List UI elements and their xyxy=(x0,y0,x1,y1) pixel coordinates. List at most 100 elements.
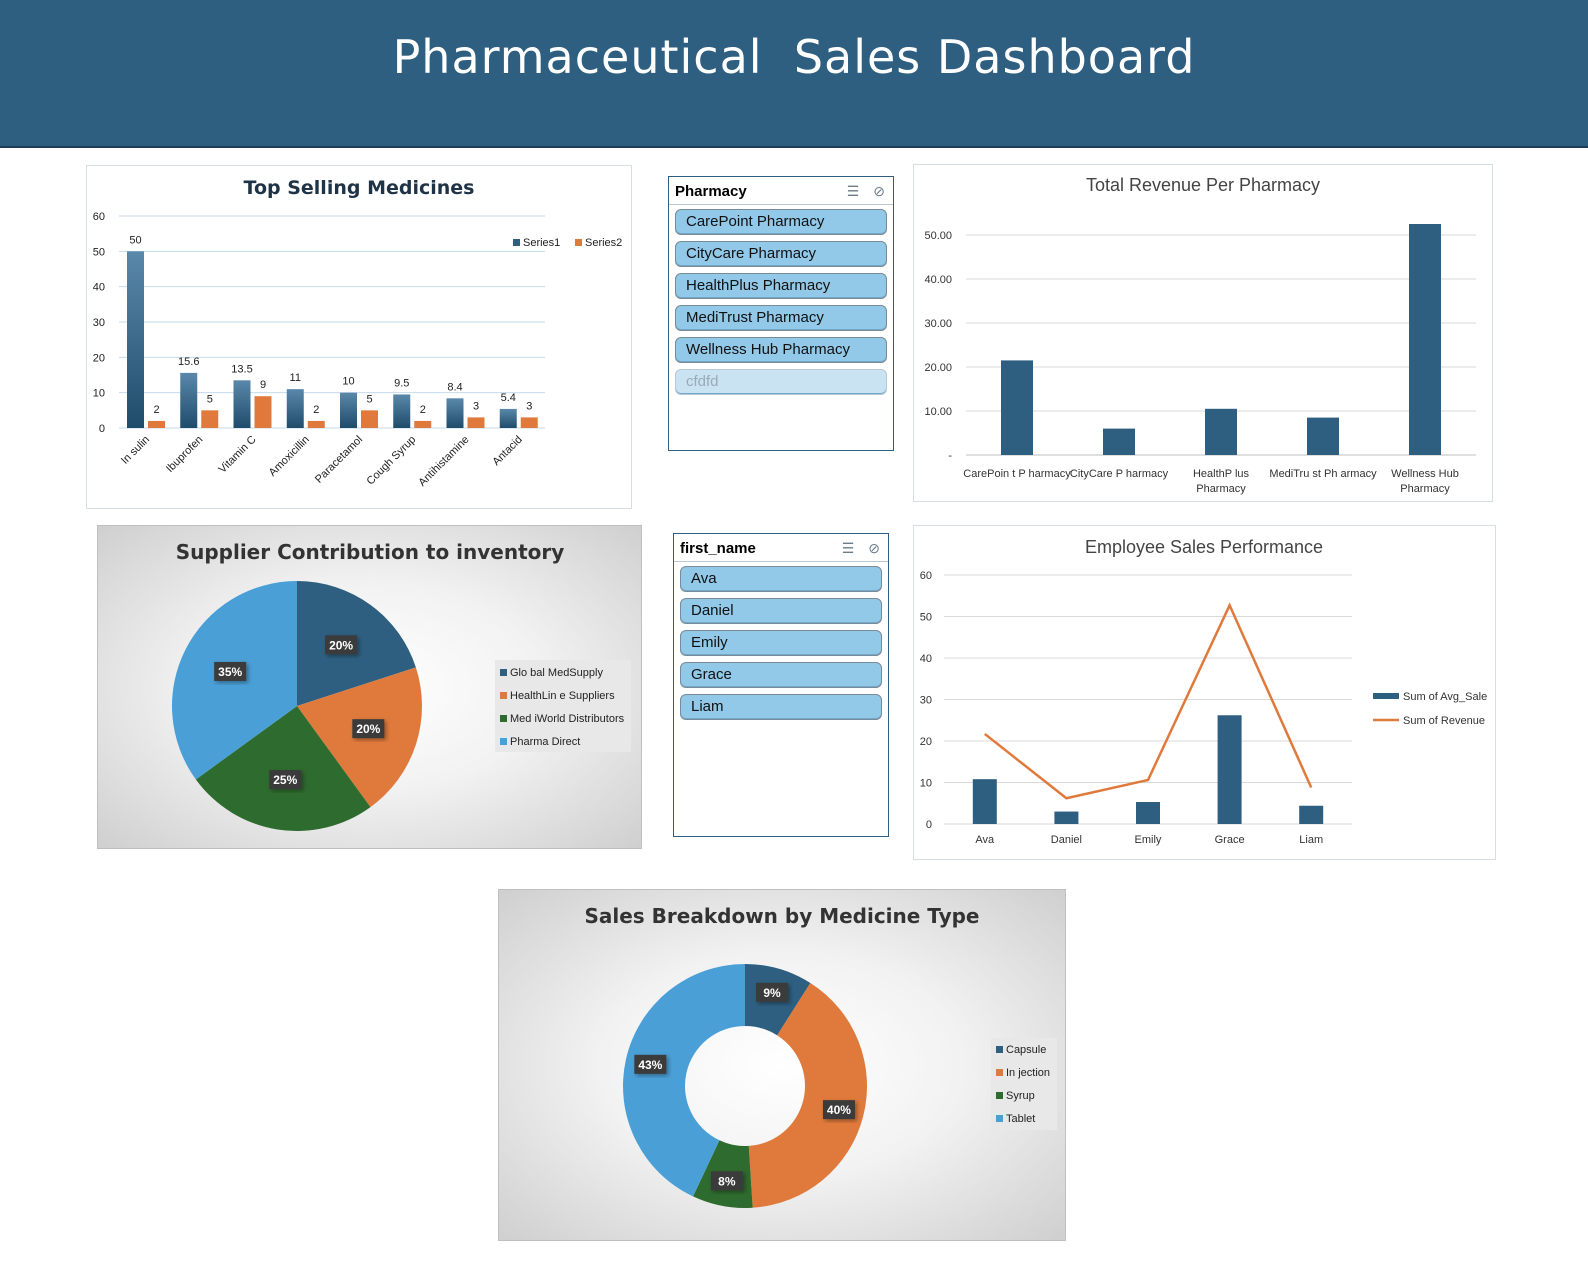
data-label: 2 xyxy=(313,404,319,416)
avg-sale-bar xyxy=(1136,802,1160,824)
pharmacy-slicer[interactable]: Pharmacy ☰ ⊘ CarePoint Pharmacy CityCare … xyxy=(668,176,894,451)
top-selling-svg: Top Selling Medicines 0 10 20 30 40 50 60 50 2 In … xyxy=(93,177,623,489)
bar-series2 xyxy=(254,396,272,428)
bar-series2 xyxy=(201,410,219,428)
legend-label: Med iWorld Distributors xyxy=(510,713,625,725)
pharmacy-item[interactable]: HealthPlus Pharmacy xyxy=(675,273,887,299)
data-label: 20% xyxy=(329,638,353,652)
clear-filter-icon[interactable]: ⊘ xyxy=(873,183,885,200)
data-label: 9% xyxy=(763,986,781,1000)
y-tick-label: 60 xyxy=(920,570,932,582)
legend-swatch xyxy=(513,239,520,246)
x-tick-label: CityCare P harmacy xyxy=(1070,468,1169,480)
avg-sale-bar xyxy=(972,779,997,824)
x-tick-label: CarePoin t P harmacy xyxy=(963,468,1071,480)
bar-series2 xyxy=(414,420,432,428)
legend-swatch xyxy=(500,738,507,745)
data-label: 9 xyxy=(260,379,266,391)
employee-svg: Employee Sales Performance 0 10 20 30 40 50 60 A… xyxy=(920,537,1487,846)
chart-title: Total Revenue Per Pharmacy xyxy=(1086,175,1320,195)
y-tick-label: 30 xyxy=(93,317,105,329)
x-tick-label: Daniel xyxy=(1051,834,1082,846)
y-tick-label: 10 xyxy=(920,778,932,790)
pharmacy-item[interactable]: Wellness Hub Pharmacy xyxy=(675,337,887,363)
first_name-item[interactable]: Daniel xyxy=(680,598,882,624)
data-label: 11 xyxy=(290,372,301,384)
data-label: 25% xyxy=(273,773,297,787)
chart-title: Sales Breakdown by Medicine Type xyxy=(584,904,979,928)
x-tick-label: Vitamin C xyxy=(217,434,259,476)
total-revenue-chart[interactable]: Total Revenue Per Pharmacy - 10.00 20.00 30.… xyxy=(913,164,1493,502)
slicer-header: first_name ☰ ⊘ xyxy=(674,534,888,562)
y-tick-label: 40.00 xyxy=(924,274,952,286)
x-tick-label: Antihistamine xyxy=(416,434,471,489)
top-selling-medicines-chart[interactable]: Top Selling Medicines 0 10 20 30 40 50 60 50 2 In … xyxy=(86,165,632,509)
pharmacy-item[interactable]: CityCare Pharmacy xyxy=(675,241,887,267)
x-tick-label: Ava xyxy=(975,834,995,846)
total-revenue-svg: Total Revenue Per Pharmacy - 10.00 20.00 30.… xyxy=(924,175,1476,495)
chart-title: Supplier Contribution to inventory xyxy=(176,540,565,564)
y-tick-label: 10 xyxy=(93,388,105,400)
multi-select-icon[interactable]: ☰ xyxy=(842,540,855,557)
bar-series1 xyxy=(127,251,144,428)
legend-swatch xyxy=(500,715,507,722)
x-tick-label: Ibuprofen xyxy=(164,434,205,475)
y-tick-label: 30.00 xyxy=(924,318,952,330)
first_name-item[interactable]: Ava xyxy=(680,566,882,592)
bar-series1 xyxy=(393,394,411,428)
revenue-bar xyxy=(1103,428,1135,455)
legend-label: Pharma Direct xyxy=(510,736,580,748)
avg-sale-bar xyxy=(1299,805,1324,824)
first_name-item[interactable]: Emily xyxy=(680,630,882,656)
data-label: 43% xyxy=(638,1058,662,1072)
medicine-type-svg: Sales Breakdown by Medicine Type 9% 40% 8% 4… xyxy=(584,904,1057,1208)
y-tick-label: 50 xyxy=(920,612,932,624)
clear-filter-icon[interactable]: ⊘ xyxy=(868,540,880,557)
data-label: 10 xyxy=(342,376,354,388)
data-label: 15.6 xyxy=(178,356,199,368)
data-label: 5 xyxy=(207,393,213,405)
employee-sales-chart[interactable]: Employee Sales Performance 0 10 20 30 40 50 60 A… xyxy=(913,525,1496,860)
data-label: 2 xyxy=(420,404,426,416)
legend-label: Sum of Avg_Sale xyxy=(1403,691,1487,703)
first-name-slicer[interactable]: first_name ☰ ⊘ Ava Daniel Emily Grace Liam xyxy=(673,533,889,837)
x-tick-label: In sulin xyxy=(119,434,152,467)
x-tick-label: Wellness Hub xyxy=(1391,468,1459,480)
data-label: 3 xyxy=(526,400,532,412)
chart-title: Top Selling Medicines xyxy=(244,177,475,199)
legend-swatch xyxy=(996,1069,1003,1076)
y-tick-label: 20 xyxy=(920,736,932,748)
bar-series1 xyxy=(340,392,357,428)
y-tick-label: 0 xyxy=(926,819,932,831)
first_name-item[interactable]: Grace xyxy=(680,662,882,688)
legend-swatch xyxy=(500,669,507,676)
first_name-item[interactable]: Liam xyxy=(680,694,882,720)
legend-label: In jection xyxy=(1006,1067,1050,1079)
slicer-items: CarePoint Pharmacy CityCare Pharmacy Healt… xyxy=(669,205,893,405)
x-tick-label: Emily xyxy=(1135,834,1162,846)
y-tick-label: 20 xyxy=(93,352,105,364)
data-label: 8.4 xyxy=(447,381,462,393)
legend-swatch xyxy=(575,239,582,246)
y-tick-label: 40 xyxy=(920,653,932,665)
medicine-type-chart[interactable]: Sales Breakdown by Medicine Type 9% 40% 8% 4… xyxy=(498,889,1066,1241)
x-tick-label: Pharmacy xyxy=(1196,483,1246,495)
legend-swatch xyxy=(996,1046,1003,1053)
legend-label: HealthLin e Suppliers xyxy=(510,690,615,702)
supplier-svg: Supplier Contribution to inventory 20% 20%… xyxy=(172,540,631,831)
x-tick-label: Cough Syrup xyxy=(364,434,418,488)
x-tick-label: HealthP lus xyxy=(1193,468,1250,480)
pharmacy-item[interactable]: cfdfd xyxy=(675,369,887,395)
data-label: 40% xyxy=(827,1103,851,1117)
multi-select-icon[interactable]: ☰ xyxy=(847,183,860,200)
pharmacy-item[interactable]: MediTrust Pharmacy xyxy=(675,305,887,331)
slicer-title: Pharmacy xyxy=(675,183,747,200)
legend-label: Sum of Revenue xyxy=(1403,715,1485,727)
y-tick-label: 10.00 xyxy=(924,406,952,418)
bar-series2 xyxy=(148,420,165,428)
legend-swatch xyxy=(996,1092,1003,1099)
supplier-contribution-chart[interactable]: Supplier Contribution to inventory 20% 20%… xyxy=(97,525,642,849)
data-label: 2 xyxy=(153,404,159,416)
data-label: 8% xyxy=(718,1174,736,1188)
pharmacy-item[interactable]: CarePoint Pharmacy xyxy=(675,209,887,235)
